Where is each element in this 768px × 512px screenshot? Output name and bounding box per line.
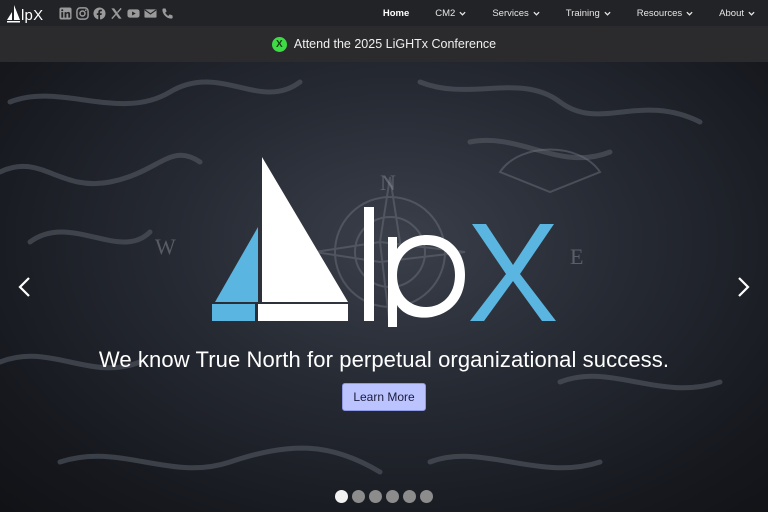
chevron-down-icon <box>748 11 755 16</box>
top-navigation-bar: lpX Home CM2 Services Training Resources… <box>0 0 768 26</box>
carousel-prev-arrow[interactable] <box>14 274 34 300</box>
linkedin-icon[interactable] <box>58 6 72 20</box>
nav-services-label: Services <box>492 7 529 19</box>
carousel-next-arrow[interactable] <box>734 274 754 300</box>
social-links <box>58 6 174 20</box>
nav-cm2[interactable]: CM2 <box>422 0 479 26</box>
phone-icon[interactable] <box>160 6 174 20</box>
carousel-dot-3[interactable] <box>369 490 382 503</box>
nav-resources-label: Resources <box>636 7 683 19</box>
chevron-down-icon <box>686 11 693 16</box>
youtube-icon[interactable] <box>126 6 140 20</box>
sail-logo-icon <box>7 5 20 23</box>
nav-home[interactable]: Home <box>370 0 422 26</box>
announcement-text[interactable]: Attend the 2025 LiGHTx Conference <box>294 37 496 51</box>
lpx-hero-logo <box>212 157 556 327</box>
hero-carousel: W E N We know True North for perpetual o… <box>0 62 768 512</box>
carousel-pagination <box>0 490 768 503</box>
nav-training-label: Training <box>565 7 600 19</box>
x-icon[interactable] <box>109 6 123 20</box>
announcement-bar[interactable]: X Attend the 2025 LiGHTx Conference <box>0 26 768 62</box>
chevron-down-icon <box>459 11 466 16</box>
nav-resources[interactable]: Resources <box>624 0 706 26</box>
facebook-icon[interactable] <box>92 6 106 20</box>
chevron-down-icon <box>604 11 611 16</box>
brand-logo[interactable]: lpX <box>6 3 43 23</box>
chevron-left-icon <box>18 277 30 297</box>
mail-icon[interactable] <box>143 6 157 20</box>
brand-name: lpX <box>21 7 44 24</box>
nav-cm2-label: CM2 <box>435 7 456 19</box>
hero-tagline: We know True North for perpetual organiz… <box>98 347 670 372</box>
main-nav: Home CM2 Services Training Resources Abo… <box>370 0 768 26</box>
svg-text:E: E <box>570 244 583 269</box>
nav-training[interactable]: Training <box>553 0 624 26</box>
announcement-badge: X <box>271 36 287 52</box>
nav-about[interactable]: About <box>706 0 768 26</box>
carousel-dot-2[interactable] <box>352 490 365 503</box>
chevron-right-icon <box>738 277 750 297</box>
carousel-dot-4[interactable] <box>386 490 399 503</box>
learn-more-button[interactable]: Learn More <box>342 383 426 411</box>
nav-about-label: About <box>719 7 744 19</box>
carousel-dot-5[interactable] <box>403 490 416 503</box>
chevron-down-icon <box>533 11 540 16</box>
instagram-icon[interactable] <box>75 6 89 20</box>
nav-services[interactable]: Services <box>479 0 552 26</box>
carousel-dot-6[interactable] <box>420 490 433 503</box>
carousel-dot-1[interactable] <box>335 490 348 503</box>
svg-text:W: W <box>155 234 176 259</box>
nav-home-label: Home <box>382 7 410 19</box>
